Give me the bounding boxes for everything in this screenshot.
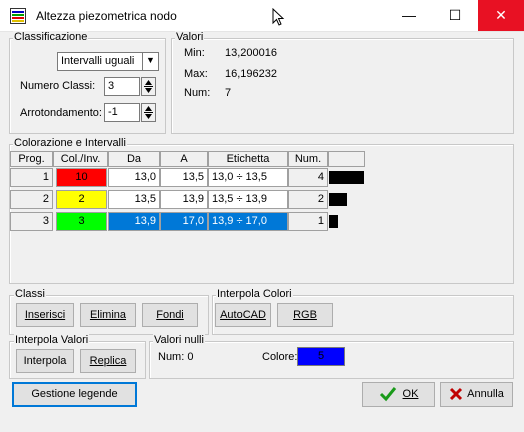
row-1-count-bar <box>329 171 364 184</box>
inserisci-label: Inserisci <box>24 309 66 321</box>
valori-group <box>171 38 514 134</box>
mouse-cursor-icon <box>272 8 285 26</box>
elimina-label: Elimina <box>89 309 127 321</box>
autocad-button[interactable]: AutoCAD <box>215 303 271 327</box>
row-2-etichetta[interactable]: 13,5 ÷ 13,9 <box>208 190 288 209</box>
minimize-button[interactable]: — <box>386 0 432 31</box>
valori-legend: Valori <box>175 31 205 43</box>
num-label: Num: <box>184 87 211 99</box>
column-header-da[interactable]: Da <box>108 151 160 167</box>
interpola-colori-legend: Interpola Colori <box>216 288 293 300</box>
column-header-num[interactable]: Num. <box>288 151 328 167</box>
close-button[interactable]: ✕ <box>478 0 524 31</box>
classi-legend: Classi <box>14 288 46 300</box>
interpola-label: Interpola <box>23 355 67 367</box>
window-title: Altezza piezometrica nodo <box>36 9 177 23</box>
min-label: Min: <box>184 47 205 59</box>
row-3-prog: 3 <box>10 212 53 231</box>
row-1-num: 4 <box>288 168 328 187</box>
numero-classi-spinner[interactable] <box>141 77 156 96</box>
row-2-count-bar <box>329 193 347 206</box>
spinner-arrows-icon <box>144 80 153 93</box>
interpola-button[interactable]: Interpola <box>16 349 74 373</box>
elimina-button[interactable]: Elimina <box>80 303 136 327</box>
max-value: 16,196232 <box>225 68 277 80</box>
row-3-color[interactable]: 3 <box>56 212 107 231</box>
valori-nulli-num: Num: 0 <box>158 351 194 363</box>
ok-label: OK <box>402 388 419 400</box>
arrotondamento-spinner[interactable] <box>141 103 156 122</box>
inserisci-button[interactable]: Inserisci <box>16 303 74 327</box>
valori-nulli-colore-label: Colore: <box>262 351 298 363</box>
column-header-col-inv[interactable]: Col./Inv. <box>53 151 108 167</box>
column-header-bar <box>328 151 365 167</box>
row-2-num: 2 <box>288 190 328 209</box>
replica-label: Replica <box>89 355 127 367</box>
valori-nulli-legend: Valori nulli <box>153 334 205 346</box>
column-header-prog[interactable]: Prog. <box>10 151 53 167</box>
app-icon <box>10 8 26 24</box>
numero-classi-label: Numero Classi: <box>20 80 96 92</box>
ok-button[interactable]: OK <box>362 382 435 407</box>
row-3-a[interactable]: 17,0 <box>160 212 208 231</box>
valori-nulli-color-swatch[interactable]: 5 <box>297 347 345 366</box>
spinner-arrows-icon <box>144 106 153 119</box>
row-2-a[interactable]: 13,9 <box>160 190 208 209</box>
autocad-label: AutoCAD <box>220 309 266 321</box>
maximize-button[interactable]: ☐ <box>432 0 478 31</box>
row-3-da[interactable]: 13,9 <box>108 212 160 231</box>
rgb-label: RGB <box>293 309 317 321</box>
row-3-num: 1 <box>288 212 328 231</box>
column-header-etichetta[interactable]: Etichetta <box>208 151 288 167</box>
row-2-da[interactable]: 13,5 <box>108 190 160 209</box>
gestione-legende-button[interactable]: Gestione legende <box>12 382 137 407</box>
row-1-a[interactable]: 13,5 <box>160 168 208 187</box>
interpola-valori-legend: Interpola Valori <box>14 334 90 346</box>
column-header-a[interactable]: A <box>160 151 208 167</box>
annulla-button[interactable]: Annulla <box>440 382 513 407</box>
classification-method-value: Intervalli uguali <box>61 55 135 67</box>
row-1-prog: 1 <box>10 168 53 187</box>
rgb-button[interactable]: RGB <box>277 303 333 327</box>
annulla-label: Annulla <box>467 388 504 400</box>
row-3-etichetta[interactable]: 13,9 ÷ 17,0 <box>208 212 288 231</box>
arrotondamento-label: Arrotondamento: <box>20 107 102 119</box>
chevron-down-icon[interactable]: ▼ <box>142 53 158 70</box>
classification-method-select[interactable]: Intervalli uguali ▼ <box>57 52 159 71</box>
row-2-prog: 2 <box>10 190 53 209</box>
colorazione-legend: Colorazione e Intervalli <box>13 137 127 149</box>
numero-classi-input[interactable]: 3 <box>104 77 140 96</box>
row-1-etichetta[interactable]: 13,0 ÷ 13,5 <box>208 168 288 187</box>
replica-button[interactable]: Replica <box>80 349 136 373</box>
arrotondamento-input[interactable]: -1 <box>104 103 140 122</box>
row-1-da[interactable]: 13,0 <box>108 168 160 187</box>
min-value: 13,200016 <box>225 47 277 59</box>
row-2-color[interactable]: 2 <box>56 190 107 209</box>
classificazione-legend: Classificazione <box>13 31 89 43</box>
max-label: Max: <box>184 68 208 80</box>
checkmark-icon <box>379 387 396 402</box>
num-value: 7 <box>225 87 232 99</box>
fondi-button[interactable]: Fondi <box>142 303 198 327</box>
row-3-count-bar <box>329 215 338 228</box>
cancel-x-icon <box>450 388 463 401</box>
fondi-label: Fondi <box>156 309 184 321</box>
row-1-color[interactable]: 10 <box>56 168 107 187</box>
